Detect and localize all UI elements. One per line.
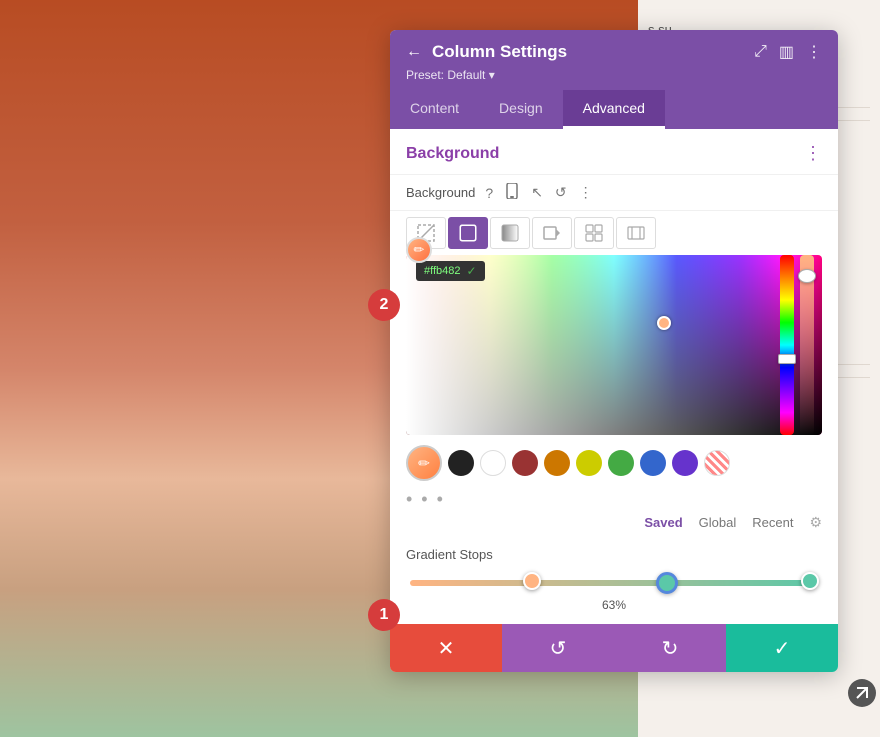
saved-tab[interactable]: Saved [644,515,682,530]
tab-design[interactable]: Design [479,90,563,129]
panel-title-group: ← Column Settings [406,42,567,62]
swatch-orange[interactable] [544,450,570,476]
badge-number-1: 1 [368,599,400,631]
color-picker-area: ✏ #ffb482 ✓ [390,255,838,435]
expand-icon[interactable]: ⤢ [754,43,767,61]
color-hex-tag: #ffb482 ✓ [416,261,485,281]
badge-number-2: 2 [368,289,400,321]
swatch-black[interactable] [448,450,474,476]
section-header: Background ⋮ [390,129,838,175]
gradient-track[interactable] [410,572,818,592]
reset-icon[interactable]: ↺ [553,182,569,203]
cancel-button[interactable]: ✕ [390,624,502,672]
swatch-striped[interactable] [704,450,730,476]
panel-header-top: ← Column Settings ⤢ ▥ ⋮ [406,42,822,62]
eyedropper-button[interactable]: ✏ [406,237,432,263]
bg-type-gradient[interactable] [490,217,530,249]
bg-type-mask[interactable] [616,217,656,249]
gradient-bar [410,580,818,586]
saved-tabs-row: Saved Global Recent ⚙ [390,510,838,539]
swatch-white[interactable] [480,450,506,476]
active-swatch[interactable]: ✏ [406,445,442,481]
back-button[interactable]: ← [406,43,422,61]
redo-button[interactable]: ↻ [614,624,726,672]
bg-type-pattern[interactable] [574,217,614,249]
more-icon[interactable]: ⋮ [806,42,822,62]
color-gradient-canvas[interactable] [406,255,822,435]
bg-label: Background [406,185,475,200]
section-title: Background [406,145,499,163]
opacity-slider[interactable] [800,255,814,435]
panel-header-icons: ⤢ ▥ ⋮ [754,42,822,62]
gradient-stop-1[interactable] [523,572,541,590]
color-picker-cursor[interactable] [657,316,671,330]
arrow-icon [855,686,869,700]
action-bar: ✕ ↺ ↻ ✓ [390,624,838,672]
more-dots[interactable]: • • • [390,485,838,510]
panel-body: Background ⋮ Background ? ↖ ↺ ⋮ [390,129,838,624]
tab-advanced[interactable]: Advanced [563,90,665,129]
eyedropper-icon: ✏ [414,242,425,258]
gradient-stop-2[interactable] [656,572,678,594]
opacity-thumb[interactable] [798,269,816,283]
tab-content[interactable]: Content [390,90,479,129]
swatch-purple[interactable] [672,450,698,476]
hex-value: #ffb482 [424,265,461,277]
bg-type-video[interactable] [532,217,572,249]
hue-slider[interactable] [780,255,794,435]
panel-header: ← Column Settings ⤢ ▥ ⋮ Preset: Default … [390,30,838,90]
active-stop-percent: 63% [406,598,822,612]
save-button[interactable]: ✓ [726,624,838,672]
gradient-stops-section: Gradient Stops 63% [390,539,838,624]
section-menu-icon[interactable]: ⋮ [804,143,822,164]
diagonal-arrow-badge[interactable] [848,679,876,707]
pencil-icon: ✏ [418,455,430,472]
bg-type-color[interactable] [448,217,488,249]
recent-tab[interactable]: Recent [752,515,793,530]
panel-tabs: Content Design Advanced [390,90,838,129]
swatch-blue[interactable] [640,450,666,476]
gradient-stop-3[interactable] [801,572,819,590]
background-toolbar: Background ? ↖ ↺ ⋮ [390,175,838,211]
white-overlay [406,255,822,435]
mobile-icon[interactable] [503,181,521,204]
hex-confirm-icon[interactable]: ✓ [467,264,477,278]
swatch-yellow[interactable] [576,450,602,476]
more-options-icon[interactable]: ⋮ [577,182,595,203]
swatch-red[interactable] [512,450,538,476]
columns-icon[interactable]: ▥ [779,42,794,62]
cursor-icon[interactable]: ↖ [529,182,545,203]
global-tab[interactable]: Global [699,515,737,530]
column-settings-panel: ← Column Settings ⤢ ▥ ⋮ Preset: Default … [390,30,838,672]
swatches-row: ✏ [390,435,838,485]
preset-label[interactable]: Preset: Default ▾ [406,68,822,90]
gradient-stops-label: Gradient Stops [406,547,822,562]
reset-button[interactable]: ↺ [502,624,614,672]
saved-settings-icon[interactable]: ⚙ [809,514,822,531]
bg-type-row [390,211,838,255]
swatch-green[interactable] [608,450,634,476]
panel-title: Column Settings [432,42,567,62]
help-icon[interactable]: ? [483,183,495,203]
hue-thumb[interactable] [778,354,796,364]
